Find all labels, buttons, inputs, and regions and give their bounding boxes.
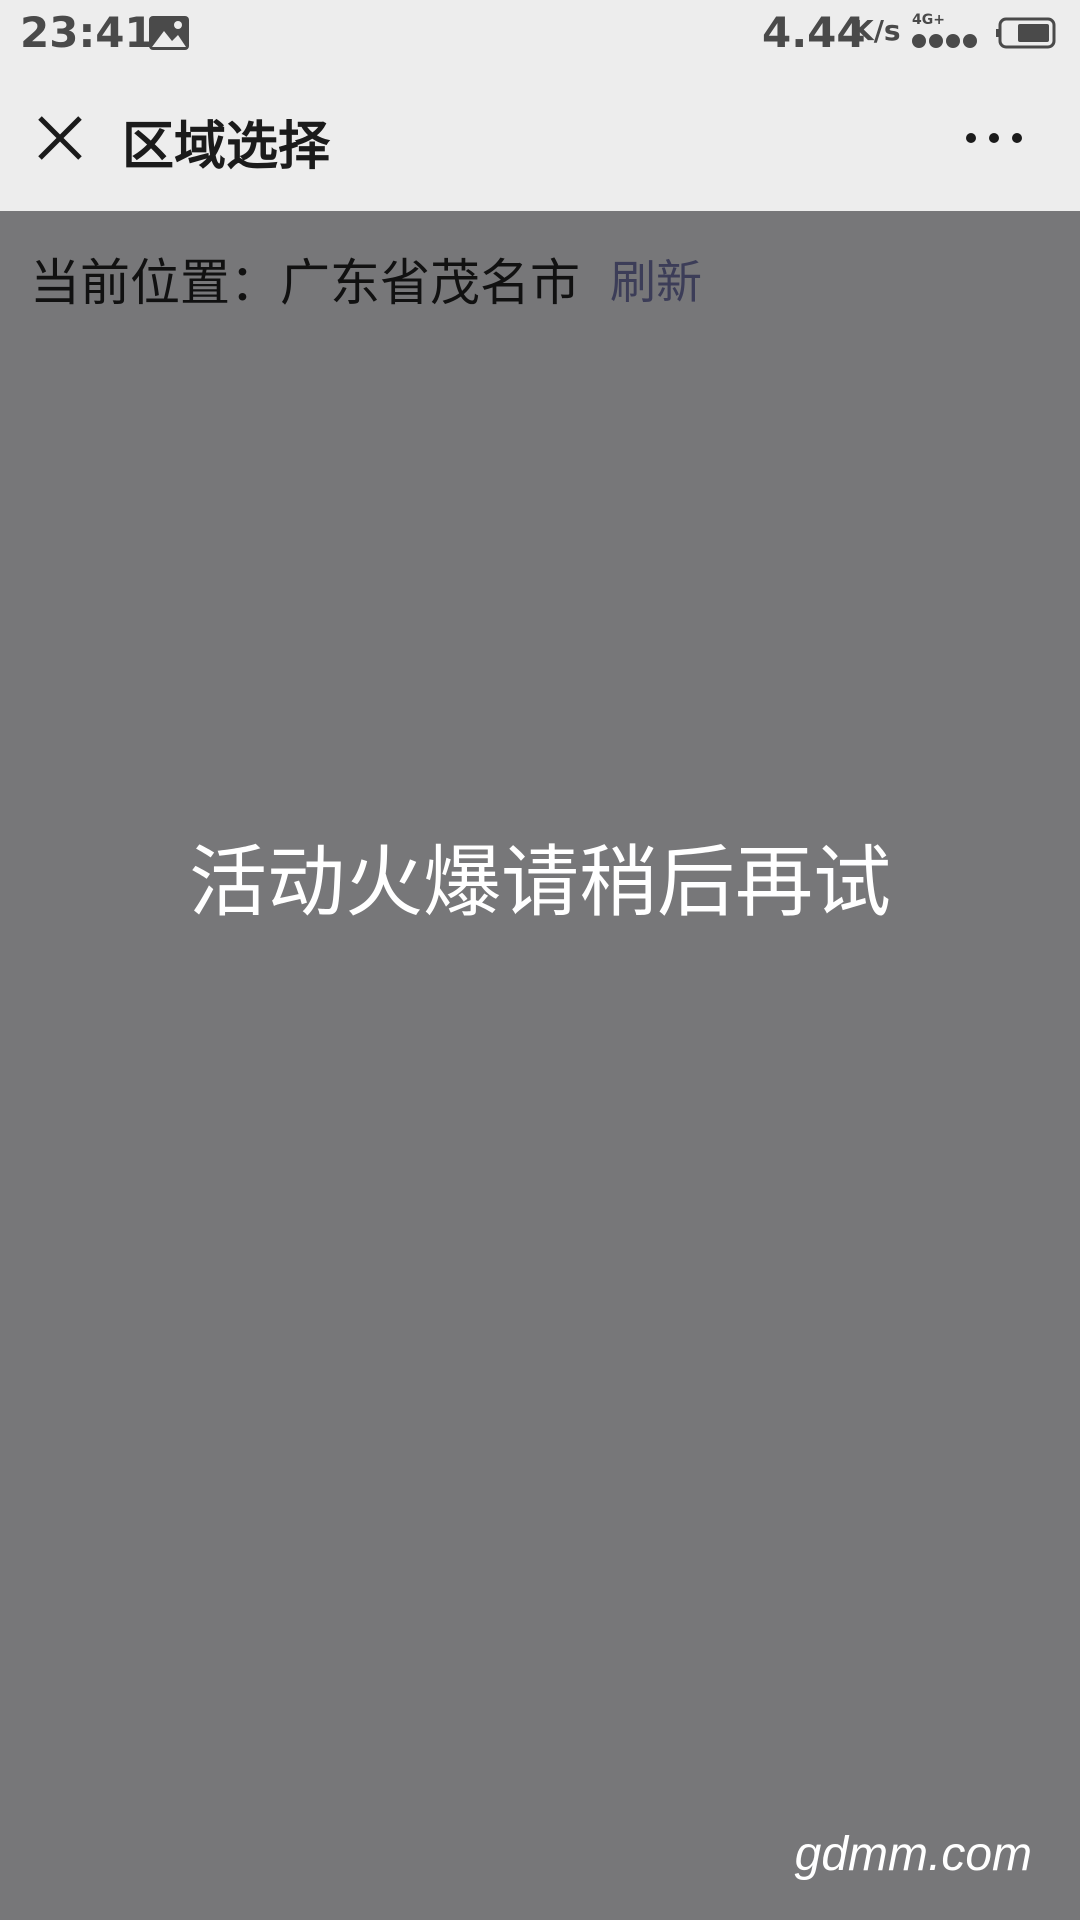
watermark: gdmm.com: [794, 1828, 1032, 1881]
refresh-link[interactable]: 刷新: [610, 246, 702, 312]
gallery-icon: [149, 16, 189, 50]
page-title: 区域选择: [122, 117, 331, 177]
network-type: 4G+: [912, 12, 945, 28]
busy-message: 活动火爆请稍后再试: [188, 838, 891, 928]
network-speed: 4.44: [762, 8, 866, 57]
close-icon: [38, 116, 82, 160]
location-row: 当前位置： 广东省茂名市 刷新: [30, 246, 702, 312]
location-value: 广东省茂名市: [280, 254, 580, 312]
title-bar: 区域选择: [0, 64, 1080, 211]
status-bar: 23:41 4.44 K/s 4G+: [0, 0, 1080, 64]
more-icon: [966, 133, 1022, 143]
network-speed-unit: K/s: [852, 14, 901, 47]
more-button[interactable]: [954, 108, 1034, 168]
battery-icon: [996, 17, 1056, 49]
location-label: 当前位置：: [30, 254, 280, 312]
close-button[interactable]: [30, 108, 90, 168]
signal-icon: [912, 34, 977, 48]
status-time: 23:41: [20, 8, 154, 57]
